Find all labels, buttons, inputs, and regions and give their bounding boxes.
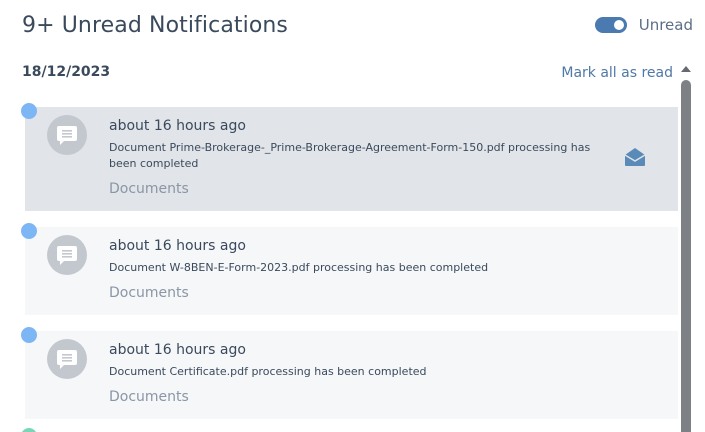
notification-item[interactable]: about 16 hours ago Document W-8BEN-E-For… [21, 223, 678, 315]
notifications-panel: 9+ Unread Notifications Unread 18/12/202… [0, 0, 705, 432]
unread-dot [21, 327, 37, 343]
chat-bubble-icon [47, 235, 87, 275]
notification-time: about 16 hours ago [109, 238, 246, 254]
panel-header: 9+ Unread Notifications Unread [22, 12, 693, 42]
mark-all-read-link[interactable]: Mark all as read [561, 65, 673, 81]
notification-time: about 16 hours ago [109, 342, 246, 358]
chat-bubble-icon [47, 339, 87, 379]
group-date: 18/12/2023 [22, 64, 111, 80]
unread-dot [21, 103, 37, 119]
notification-category: Documents [109, 285, 189, 301]
unread-filter[interactable]: Unread [594, 16, 693, 34]
notification-category: Documents [109, 181, 189, 197]
notification-message: Document W-8BEN-E-Form-2023.pdf processi… [109, 261, 489, 274]
unread-toggle[interactable] [594, 17, 627, 33]
scroll-up-arrow[interactable] [681, 66, 691, 72]
notification-list: about 16 hours ago Document Prime-Broker… [0, 100, 680, 432]
notification-category: Documents [109, 389, 189, 405]
unread-toggle-label[interactable]: Unread [639, 16, 693, 34]
chat-bubble-icon [47, 115, 87, 155]
scrollbar-thumb[interactable] [681, 80, 691, 432]
envelope-open-icon[interactable] [624, 147, 646, 167]
notification-item[interactable]: about 16 hours ago Document Certificate.… [21, 327, 678, 419]
unread-dot [21, 223, 37, 239]
date-group-header: 18/12/2023 Mark all as read [22, 64, 673, 84]
notification-message: Document Certificate.pdf processing has … [109, 365, 427, 378]
toggle-knob [613, 20, 624, 30]
notification-message: Document Prime-Brokerage-_Prime-Brokerag… [109, 141, 591, 170]
scrollbar[interactable] [681, 66, 691, 432]
notification-item[interactable]: about 16 hours ago Document Prime-Broker… [21, 103, 678, 211]
notification-time: about 16 hours ago [109, 118, 246, 134]
page-title: 9+ Unread Notifications [22, 13, 288, 38]
